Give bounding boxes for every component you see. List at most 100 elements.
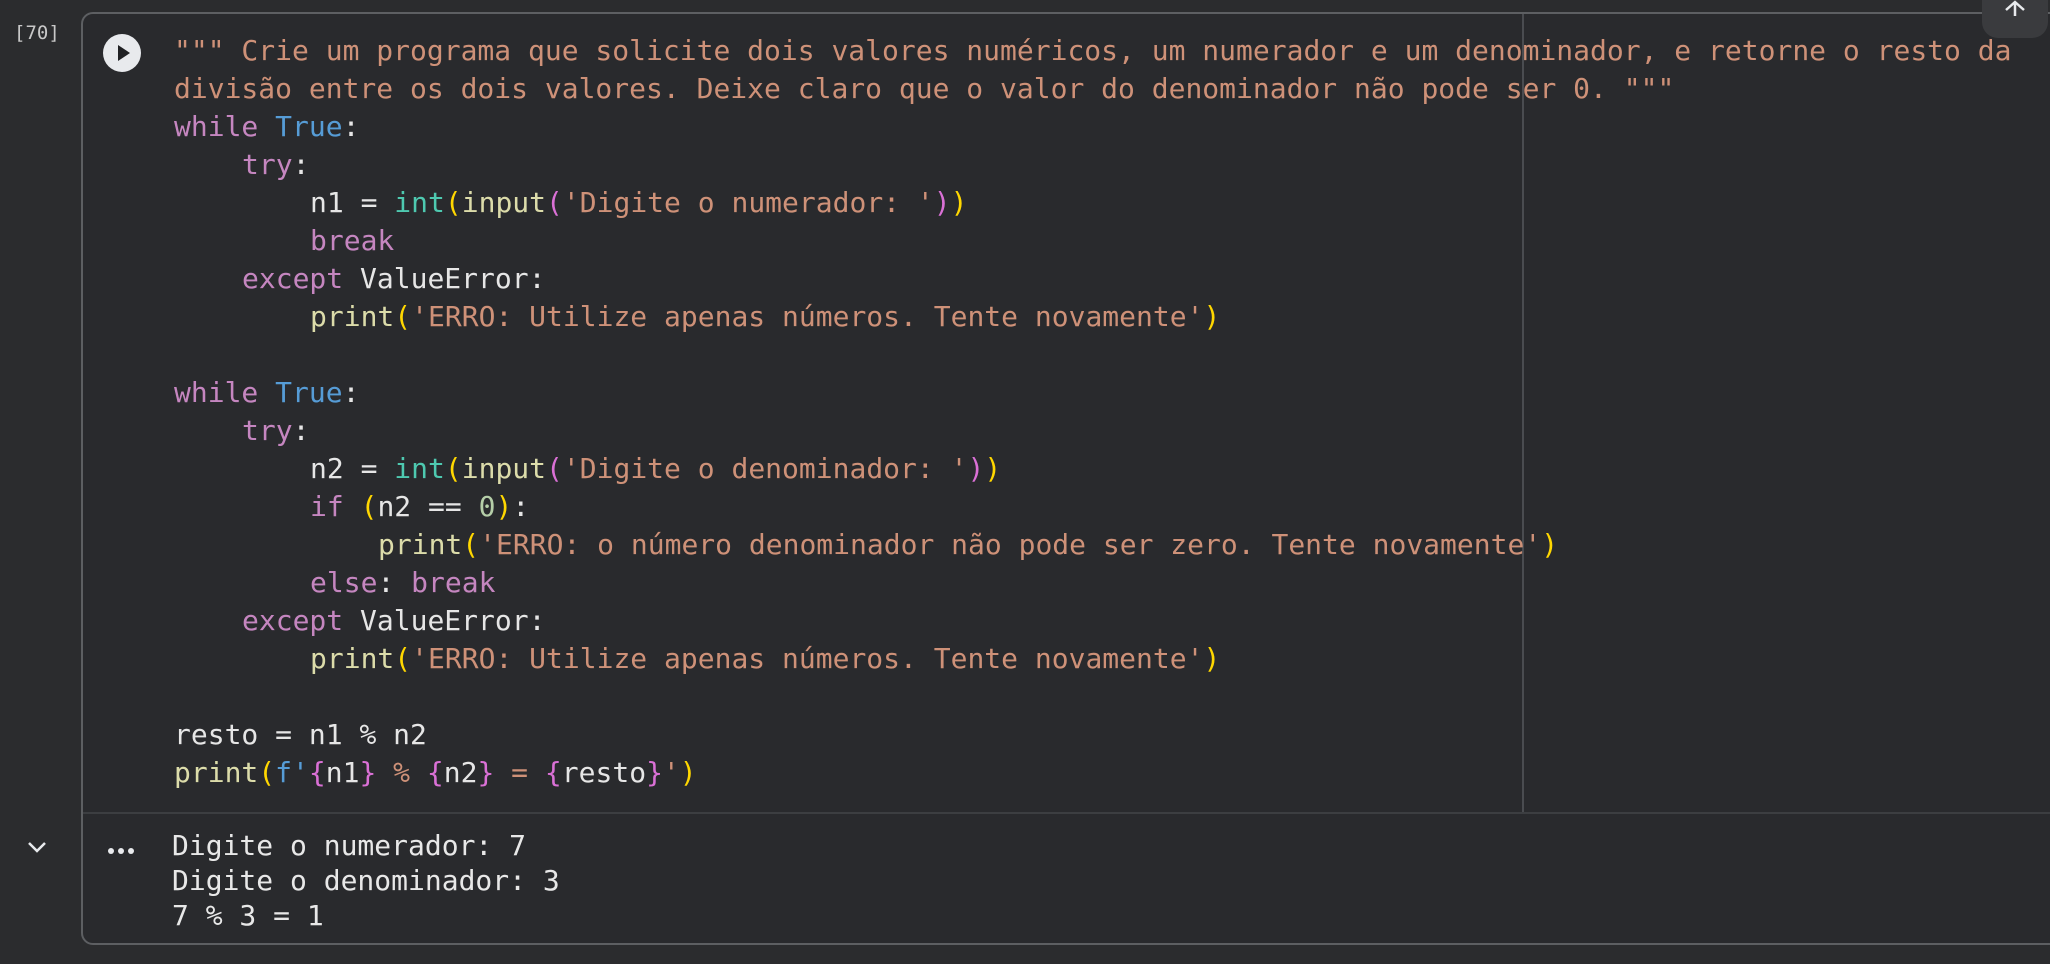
punct-token: : bbox=[292, 414, 310, 447]
bracket-token: { bbox=[308, 756, 326, 789]
output-line: Digite o denominador: 3 bbox=[172, 864, 560, 897]
code-line: try: bbox=[174, 412, 2011, 450]
run-cell-button[interactable] bbox=[103, 34, 141, 72]
variable-token: resto bbox=[561, 756, 647, 789]
string-token: ' bbox=[662, 756, 680, 789]
punct-token: : bbox=[342, 376, 360, 409]
class-token: ValueError bbox=[343, 604, 529, 637]
function-token: print bbox=[174, 756, 259, 789]
string-token: = bbox=[494, 756, 545, 789]
bracket-token: ( bbox=[394, 642, 412, 675]
docstring-token: divisão entre os dois valores. Deixe cla… bbox=[174, 72, 1675, 105]
docstring-token: """ Crie um programa que solicite dois v… bbox=[174, 34, 2012, 67]
constant-token: True bbox=[275, 110, 343, 143]
code-line: while True: bbox=[174, 108, 2011, 146]
code-line: try: bbox=[174, 146, 2011, 184]
code-line: print(f'{n1} % {n2} = {resto}') bbox=[174, 754, 2011, 792]
bracket-token: } bbox=[477, 756, 495, 789]
code-line: print('ERRO: o número denominador não po… bbox=[174, 526, 2011, 564]
execution-count: [70] bbox=[14, 22, 60, 44]
play-circle-icon bbox=[105, 36, 139, 70]
bracket-token: { bbox=[426, 756, 444, 789]
variable-token: n2 bbox=[443, 756, 478, 789]
bracket-token: ( bbox=[360, 490, 378, 523]
string-token: 'Digite o numerador: ' bbox=[562, 186, 934, 219]
output-actions-button[interactable] bbox=[106, 842, 136, 861]
function-token: print bbox=[378, 528, 463, 561]
code-line: n1 = int(input('Digite o numerador: ')) bbox=[174, 184, 2011, 222]
function-token: print bbox=[310, 300, 395, 333]
keyword-token: except bbox=[242, 604, 344, 637]
collapse-output-button[interactable] bbox=[24, 834, 50, 864]
function-token: input bbox=[461, 452, 547, 485]
string-token: % bbox=[376, 756, 427, 789]
code-line: break bbox=[174, 222, 2011, 260]
expression-token: = n1 % n2 bbox=[258, 718, 427, 751]
code-editor[interactable]: """ Crie um programa que solicite dois v… bbox=[174, 32, 2011, 792]
keyword-token: try bbox=[242, 414, 293, 447]
constant-token: True bbox=[275, 376, 343, 409]
arrow-up-icon bbox=[2005, 0, 2025, 16]
function-token: print bbox=[310, 642, 395, 675]
function-token: input bbox=[461, 186, 547, 219]
bracket-token: ) bbox=[495, 490, 513, 523]
variable-token: n1 bbox=[325, 756, 360, 789]
string-token: 'ERRO: Utilize apenas números. Tente nov… bbox=[411, 642, 1204, 675]
variable-token: n2 bbox=[310, 452, 344, 485]
bracket-token: ) bbox=[1203, 642, 1221, 675]
punct-token: : bbox=[528, 604, 546, 637]
bracket-token: ) bbox=[679, 756, 697, 789]
bracket-token: ) bbox=[984, 452, 1002, 485]
bracket-token: ) bbox=[933, 186, 951, 219]
code-line: print('ERRO: Utilize apenas números. Ten… bbox=[174, 640, 2011, 678]
keyword-token: if bbox=[310, 490, 344, 523]
bracket-token: ( bbox=[444, 186, 462, 219]
keyword-token: while bbox=[174, 376, 259, 409]
bracket-token: ( bbox=[444, 452, 462, 485]
operator-token: = bbox=[343, 186, 395, 219]
string-token: 'ERRO: o número denominador não pode ser… bbox=[479, 528, 1542, 561]
code-line: n2 = int(input('Digite o denominador: ')… bbox=[174, 450, 2011, 488]
bracket-token: ( bbox=[546, 452, 563, 485]
bracket-token: ) bbox=[950, 186, 968, 219]
string-token: 'ERRO: Utilize apenas números. Tente nov… bbox=[411, 300, 1204, 333]
bracket-token: { bbox=[544, 756, 562, 789]
keyword-token: except bbox=[242, 262, 344, 295]
operator-token: == bbox=[411, 490, 479, 523]
bracket-token: } bbox=[646, 756, 663, 789]
builtin-token: int bbox=[394, 186, 445, 219]
fstring-prefix-token: f' bbox=[275, 756, 309, 789]
punct-token: : bbox=[528, 262, 546, 295]
variable-token: n2 bbox=[377, 490, 412, 523]
code-line: """ Crie um programa que solicite dois v… bbox=[174, 32, 2011, 70]
bracket-token: ) bbox=[1541, 528, 1559, 561]
punct-token: : bbox=[377, 566, 412, 599]
keyword-token: try bbox=[242, 148, 293, 181]
bracket-token: ( bbox=[462, 528, 480, 561]
keyword-token: while bbox=[174, 110, 259, 143]
keyword-token: else bbox=[310, 566, 378, 599]
chevron-down-icon bbox=[28, 842, 46, 853]
punct-token: : bbox=[342, 110, 360, 143]
bracket-token: ) bbox=[1203, 300, 1221, 333]
bracket-token: ( bbox=[394, 300, 412, 333]
code-line: while True: bbox=[174, 374, 2011, 412]
variable-token: n1 bbox=[310, 186, 344, 219]
bracket-token: } bbox=[359, 756, 377, 789]
code-line: except ValueError: bbox=[174, 602, 2011, 640]
code-line: resto = n1 % n2 bbox=[174, 716, 2011, 754]
bracket-token: ) bbox=[967, 452, 985, 485]
output-line: 7 % 3 = 1 bbox=[172, 899, 324, 932]
output-line: Digite o numerador: 7 bbox=[172, 829, 527, 862]
keyword-token: break bbox=[310, 224, 395, 257]
punct-token: : bbox=[292, 148, 310, 181]
builtin-token: int bbox=[394, 452, 445, 485]
number-token: 0 bbox=[478, 490, 496, 523]
punct-token: : bbox=[512, 490, 530, 523]
operator-token: = bbox=[343, 452, 395, 485]
class-token: ValueError bbox=[343, 262, 529, 295]
output-divider bbox=[83, 812, 2050, 814]
more-horizontal-icon bbox=[108, 848, 134, 854]
